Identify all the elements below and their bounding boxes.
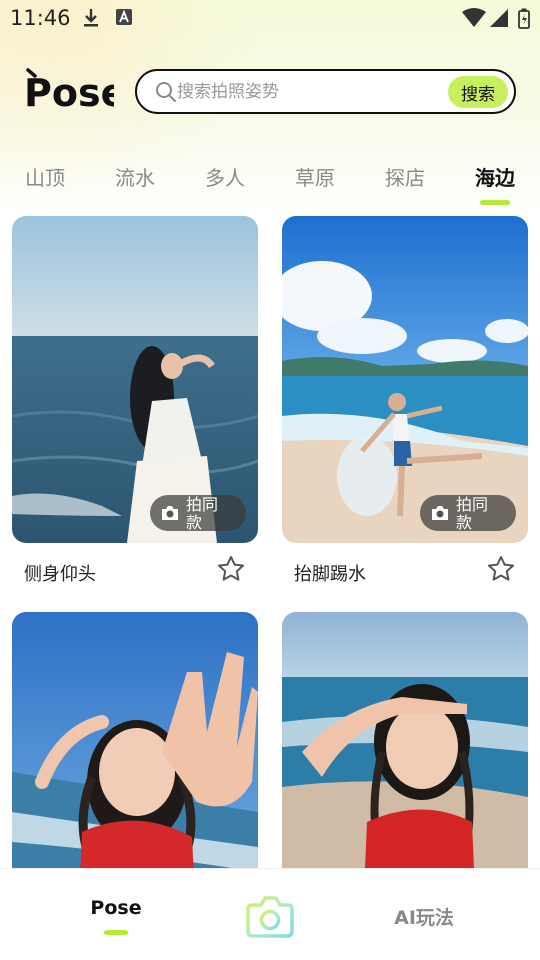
camera-icon	[432, 506, 448, 520]
battery-icon	[518, 8, 530, 29]
photo-woman-seaside	[12, 216, 258, 543]
search-button[interactable]: 搜索	[448, 76, 508, 108]
tab-grassland[interactable]: 草原	[270, 162, 360, 191]
card-title: 抬脚踢水	[294, 564, 366, 585]
pose-photo[interactable]: 拍同款	[12, 216, 258, 543]
tab-active-indicator	[480, 200, 510, 205]
pose-logo: Pose	[24, 68, 114, 112]
camera-icon[interactable]	[246, 893, 294, 939]
camera-icon	[162, 506, 178, 520]
status-time: 11:46	[10, 6, 71, 30]
nav-ai-tab[interactable]: AI玩法	[368, 903, 480, 930]
download-icon	[84, 9, 98, 27]
nav-active-indicator	[104, 930, 128, 935]
favorite-star-icon[interactable]	[486, 554, 516, 584]
tab-water[interactable]: 流水	[90, 162, 180, 191]
pose-card[interactable]: 拍同款 侧身仰头	[12, 216, 258, 585]
search-bar: 搜索	[135, 69, 516, 114]
signal-icon	[490, 9, 508, 27]
app-screen: 11:46 Pose 搜索拍照姿势 搜索 山顶 流水 多人 草原 探店 海边 拍…	[0, 0, 540, 960]
favorite-star-icon[interactable]	[216, 554, 246, 584]
search-icon	[156, 82, 176, 102]
same-pose-label: 拍同款	[456, 495, 489, 532]
tab-seaside[interactable]: 海边	[450, 162, 540, 191]
search-input[interactable]	[177, 79, 437, 105]
tab-mountain[interactable]: 山顶	[0, 162, 90, 191]
logo-text: Pose	[24, 71, 114, 112]
a-notification-icon	[116, 9, 132, 25]
status-bar: 11:46	[0, 0, 540, 36]
same-pose-button[interactable]: 拍同款	[150, 495, 246, 531]
category-tabs: 山顶 流水 多人 草原 探店 海边	[0, 160, 540, 210]
tab-group[interactable]: 多人	[180, 162, 270, 191]
pose-card[interactable]: 拍同款 抬脚踢水	[282, 216, 528, 585]
tab-shop[interactable]: 探店	[360, 162, 450, 191]
same-pose-label: 拍同款	[186, 495, 219, 532]
wifi-icon	[462, 8, 486, 27]
same-pose-button[interactable]: 拍同款	[420, 495, 516, 531]
nav-pose-tab[interactable]: Pose	[60, 897, 172, 919]
photo-woman-kicking-water	[282, 216, 528, 543]
pose-photo[interactable]: 拍同款	[282, 216, 528, 543]
bottom-nav: Pose AI玩法	[0, 868, 540, 960]
card-title: 侧身仰头	[24, 564, 96, 585]
